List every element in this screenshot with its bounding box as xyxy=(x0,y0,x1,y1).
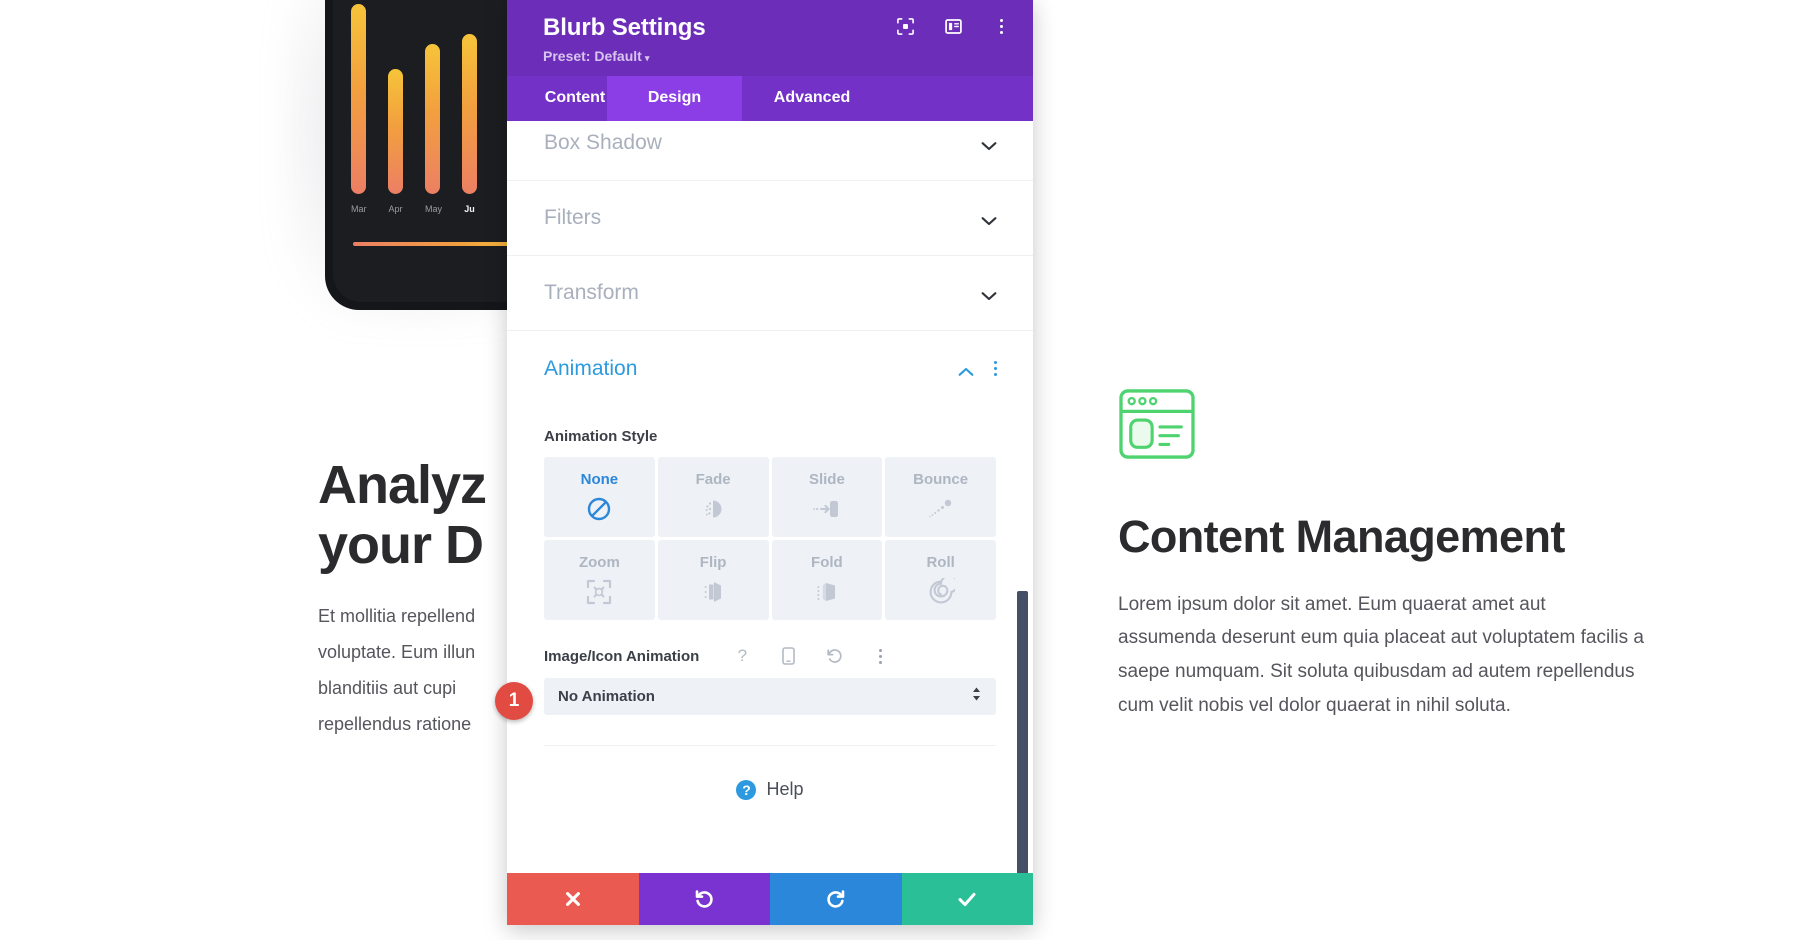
animation-option-label: Fade xyxy=(695,470,731,488)
animation-style-grid: None Fade Slide Bounce Zoom Flip Fold Ro… xyxy=(544,457,996,620)
phone-month-label: Mar xyxy=(351,204,367,214)
animation-option-label: None xyxy=(580,470,619,488)
accordion-options-icon[interactable] xyxy=(994,361,997,376)
caret-down-icon: ▾ xyxy=(644,53,650,63)
accordion-label: Animation xyxy=(544,356,638,380)
phone-month-label: Apr xyxy=(388,204,403,214)
accordion-filters[interactable]: Filters xyxy=(507,181,1033,256)
image-icon-animation-select[interactable]: No Animation xyxy=(544,678,996,715)
accordion-box-shadow[interactable]: Box Shadow xyxy=(507,121,1033,181)
save-button[interactable] xyxy=(901,873,1033,925)
redo-button[interactable] xyxy=(770,873,902,925)
zoom-expand-icon xyxy=(584,577,614,607)
panel-scroll-content: Box Shadow Filters Transform Animation A… xyxy=(507,121,1033,873)
image-icon-animation-label: Image/Icon Animation xyxy=(544,647,700,665)
accordion-label: Transform xyxy=(544,281,639,304)
more-options-icon[interactable] xyxy=(991,16,1011,36)
animation-option-bounce[interactable]: Bounce xyxy=(885,457,996,537)
animation-option-label: Roll xyxy=(926,553,955,571)
chevron-up-icon[interactable] xyxy=(958,364,974,376)
panel-tabs: Content Design Advanced xyxy=(507,76,1033,121)
field-options-icon[interactable] xyxy=(871,646,889,666)
animation-option-fold[interactable]: Fold xyxy=(771,540,883,620)
bounce-icon xyxy=(926,494,956,524)
panel-header-actions xyxy=(895,16,1011,36)
accordion-controls xyxy=(958,361,997,376)
cancel-button[interactable] xyxy=(507,873,639,925)
chevron-down-icon[interactable] xyxy=(981,138,997,151)
accordion-transform[interactable]: Transform xyxy=(507,256,1033,331)
animation-option-label: Zoom xyxy=(578,553,620,571)
animation-option-label: Bounce xyxy=(913,470,969,488)
animation-option-slide[interactable]: Slide xyxy=(771,457,883,537)
browser-content-icon xyxy=(1118,388,1196,460)
help-question-icon[interactable]: ? xyxy=(733,646,751,666)
preset-selector[interactable]: Preset: Default ▾ xyxy=(543,48,1011,64)
animation-option-label: Slide xyxy=(808,470,845,488)
image-icon-animation-row: Image/Icon Animation ? xyxy=(544,646,996,666)
tab-content[interactable]: Content xyxy=(543,76,607,121)
accordion-animation[interactable]: Animation xyxy=(507,331,1033,406)
accordion-controls xyxy=(981,213,997,226)
animation-option-flip[interactable]: Flip xyxy=(657,540,769,620)
fade-icon xyxy=(698,494,728,524)
vertical-scrollbar[interactable] xyxy=(1017,591,1028,873)
undo-button[interactable] xyxy=(638,873,770,925)
accordion-controls xyxy=(981,138,997,151)
no-entry-icon xyxy=(584,494,614,524)
animation-option-zoom[interactable]: Zoom xyxy=(544,540,655,620)
accordion-controls xyxy=(981,288,997,301)
panel-header: Blurb Settings Preset: Default ▾ xyxy=(507,0,1033,76)
slide-icon xyxy=(812,494,842,524)
chevron-down-icon[interactable] xyxy=(981,288,997,301)
step-marker-badge: 1 xyxy=(495,682,533,720)
field-tools: ? xyxy=(733,646,889,666)
layout-toggle-icon[interactable] xyxy=(943,16,963,36)
blurb-module: Content Management Lorem ipsum dolor sit… xyxy=(1118,388,1648,723)
select-stepper-icon xyxy=(971,686,982,707)
chevron-down-icon[interactable] xyxy=(981,213,997,226)
fold-icon xyxy=(812,577,842,607)
accordion-label: Box Shadow xyxy=(544,131,662,154)
blurb-settings-panel: Blurb Settings Preset: Default ▾ Content… xyxy=(507,0,1033,925)
flip-icon xyxy=(698,577,728,607)
help-link[interactable]: ? Help xyxy=(544,746,996,800)
accordion-label: Filters xyxy=(544,206,602,229)
phone-month-label: Ju xyxy=(464,204,475,214)
preset-label: Preset: Default xyxy=(543,48,642,64)
panel-body: Box Shadow Filters Transform Animation A… xyxy=(507,121,1033,873)
panel-footer xyxy=(507,873,1033,925)
animation-option-none[interactable]: None xyxy=(544,457,655,537)
animation-style-label: Animation Style xyxy=(544,428,658,445)
reset-undo-icon[interactable] xyxy=(825,646,843,666)
tab-design[interactable]: Design xyxy=(607,76,742,121)
roll-spiral-icon xyxy=(926,577,956,607)
select-value: No Animation xyxy=(558,688,655,705)
tab-advanced[interactable]: Advanced xyxy=(742,76,882,121)
animation-settings-section: Animation Style None Fade Slide Bounce Z… xyxy=(507,406,1033,800)
focus-target-icon[interactable] xyxy=(895,16,915,36)
responsive-mobile-icon[interactable] xyxy=(779,646,797,666)
phone-month-label: May xyxy=(425,204,443,214)
animation-option-fade[interactable]: Fade xyxy=(657,457,769,537)
help-circle-icon: ? xyxy=(736,779,757,800)
animation-option-label: Flip xyxy=(699,553,727,571)
animation-option-roll[interactable]: Roll xyxy=(885,540,996,620)
blurb-heading: Content Management xyxy=(1118,511,1565,562)
screen: Perform Mar Apr May Ju xyxy=(0,0,1800,940)
blurb-paragraph: Lorem ipsum dolor sit amet. Eum quaerat … xyxy=(1118,593,1644,716)
animation-option-label: Fold xyxy=(811,553,843,571)
help-label: Help xyxy=(766,779,804,799)
